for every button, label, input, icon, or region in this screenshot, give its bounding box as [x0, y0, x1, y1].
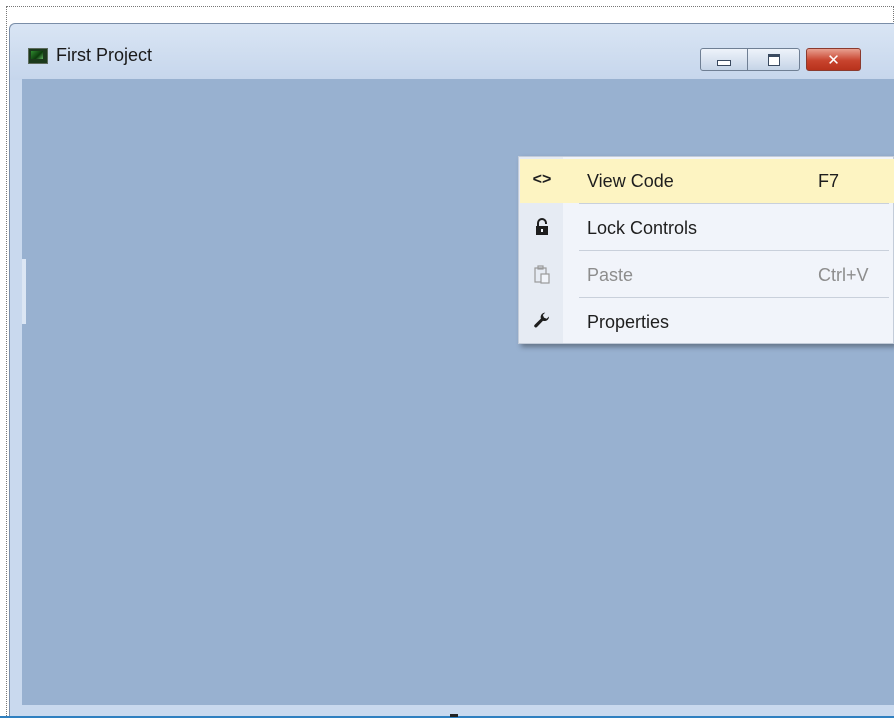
paste-icon [532, 264, 552, 284]
caption-buttons: ✕ [700, 48, 861, 72]
title-bar[interactable]: First Project ✕ [10, 24, 894, 80]
wrench-icon [532, 311, 552, 331]
menu-item-label: Paste [587, 265, 634, 285]
view-code-icon: <> [532, 171, 552, 188]
form-app-icon [28, 48, 48, 64]
close-icon: ✕ [827, 51, 840, 69]
maximize-icon [767, 53, 780, 66]
menu-item-label: Properties [587, 312, 670, 332]
resize-handle[interactable] [450, 714, 458, 717]
menu-separator [579, 250, 889, 251]
minimize-icon [717, 59, 731, 66]
menu-separator [579, 203, 889, 204]
menu-item-properties[interactable]: Properties [520, 300, 894, 344]
lock-icon [532, 217, 552, 237]
form-window[interactable]: First Project ✕ [9, 23, 894, 718]
client-edge-highlight [22, 259, 26, 324]
menu-item-shortcut: F7 [818, 171, 840, 191]
menu-item-label: Lock Controls [587, 218, 698, 238]
close-button[interactable]: ✕ [806, 48, 861, 71]
window-title: First Project [56, 45, 153, 65]
menu-item-paste[interactable]: Paste Ctrl+V [520, 253, 894, 297]
menu-item-view-code[interactable]: <> View Code F7 [520, 159, 894, 203]
menu-item-lock-controls[interactable]: Lock Controls [520, 206, 894, 250]
designer-border-left [6, 6, 7, 718]
designer-border-top [6, 6, 894, 7]
menu-item-label: View Code [587, 171, 674, 191]
menu-item-shortcut: Ctrl+V [818, 265, 869, 285]
maximize-button[interactable] [748, 48, 800, 71]
context-menu: <> View Code F7 Lock Controls Paste Ctrl… [518, 156, 894, 344]
minimize-button[interactable] [700, 48, 748, 71]
designer-surface[interactable]: First Project ✕ [0, 0, 894, 718]
menu-separator [579, 297, 889, 298]
